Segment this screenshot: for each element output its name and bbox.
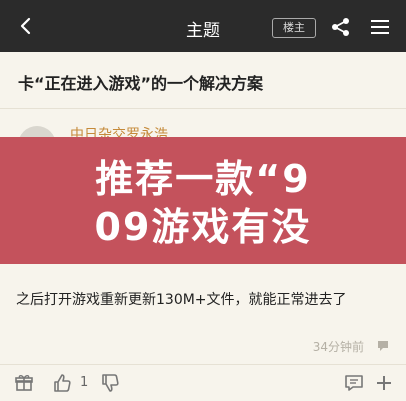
overlay-line-2: 09游戏有没 — [94, 205, 312, 249]
like-count: 1 — [80, 375, 89, 390]
bottom-action-bar: 1 — [0, 364, 406, 401]
reply-body: 之后打开游戏重新更新130M+文件，就能正常进去了 — [16, 292, 347, 308]
share-icon[interactable] — [330, 16, 352, 38]
thumbs-up-icon[interactable] — [52, 373, 72, 393]
thumbs-down-icon[interactable] — [100, 373, 120, 393]
overlay-line-1: 推荐一款“9 — [95, 157, 311, 201]
op-only-toggle[interactable]: 楼主 — [272, 18, 316, 38]
menu-icon[interactable] — [369, 17, 391, 37]
back-arrow-icon[interactable] — [14, 14, 38, 38]
post-title-bar: 卡“正在进入游戏”的一个解决方案 — [0, 52, 406, 109]
gift-icon[interactable] — [14, 373, 34, 393]
promo-overlay-banner[interactable]: 推荐一款“9 09游戏有没 — [0, 137, 406, 264]
reply-timestamp: 34分钟前 — [312, 340, 364, 354]
comment-icon[interactable] — [344, 374, 364, 392]
plus-icon[interactable] — [374, 373, 394, 393]
post-title: 卡“正在进入游戏”的一个解决方案 — [18, 74, 264, 93]
reply-icon[interactable] — [376, 339, 390, 353]
top-nav-bar: 主题 楼主 — [0, 0, 406, 52]
reply-meta-row: 34分钟前 — [0, 336, 406, 356]
